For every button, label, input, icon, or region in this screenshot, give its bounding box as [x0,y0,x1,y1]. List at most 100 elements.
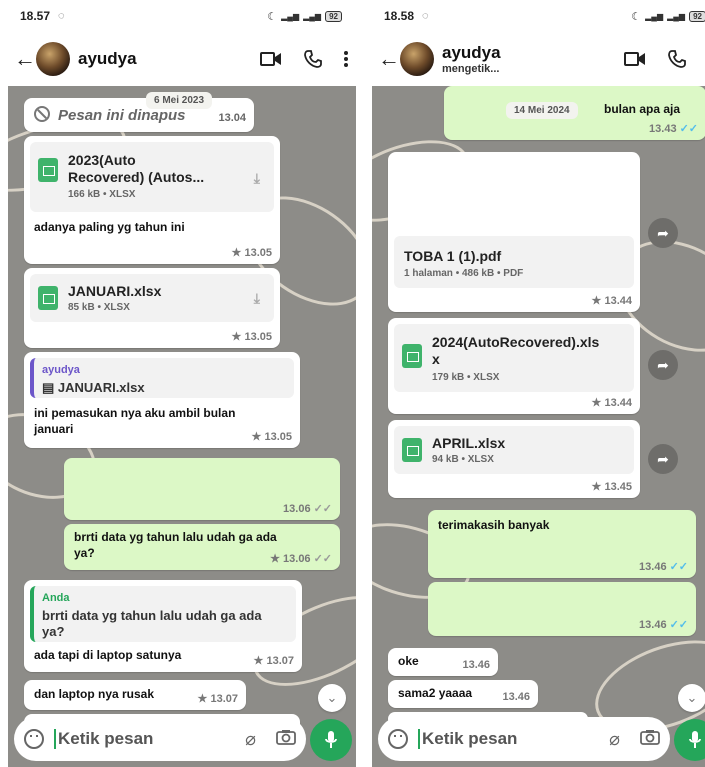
file-card[interactable]: 2023(Auto Recovered) (Autos... 166 kB • … [30,142,274,212]
incoming-message[interactable]: sama2 yaaaa 13.46 [388,680,538,708]
quote-text-line2: ya? [42,624,65,639]
reply-message[interactable]: Anda brrti data yg tahun lalu udah ga ad… [24,580,302,672]
file-card[interactable]: JANUARI.xlsx 85 kB • XLSX ⤓ [30,274,274,322]
date-chip: 6 Mei 2023 [146,92,213,109]
contact-info[interactable]: ayudya mengetik... [442,43,501,75]
phone-icon[interactable] [668,50,686,68]
chat-screen-left: 18.57 ◌ ☾ ▂▄▆ ▂▄▆ 92 ← ayudya Pesan ini … [8,0,356,767]
forward-icon[interactable]: ➦ [648,350,678,380]
message-time: ★ 13.05 [232,330,272,343]
file-message[interactable]: APRIL.xlsx 94 kB • XLSX ★ 13.45 [388,420,640,498]
attach-icon[interactable]: ⌀ [245,729,256,750]
moon-icon: ☾ [631,10,642,23]
chat-screen-right: 18.58 ◌ ☾ ▂▄▆ ▂▄▆ 92 ← ayudya mengetik..… [372,0,705,767]
contact-name: ayudya [78,49,137,68]
message-time: ★ 13.45 [592,480,632,493]
more-vert-icon[interactable] [344,51,348,67]
message-text: terimakasih banyak [438,518,550,532]
signal-icon-2: ▂▄▆ [667,11,686,21]
message-text-line1: ini pemasukan nya aku ambil bulan [34,406,236,420]
back-arrow-icon[interactable]: ← [378,46,400,72]
forward-icon[interactable]: ➦ [648,444,678,474]
file-info: 179 kB • XLSX [432,372,500,383]
status-time: 18.57 [20,9,51,23]
battery-icon: 92 [325,10,342,22]
moon-icon: ☾ [267,10,278,23]
message-text: sama2 yaaaa [398,686,473,700]
chat-area[interactable]: Pesan ini dinapus 13.04 6 Mei 2023 2023(… [8,86,356,767]
file-message[interactable]: 2024(AutoRecovered).xls x 179 kB • XLSX … [388,318,640,414]
time-text: ★ 13.44 [591,397,632,409]
incoming-message[interactable]: dan laptop nya rusak ★ 13.07 [24,680,246,710]
file-name: APRIL.xlsx [432,435,506,451]
camera-icon[interactable] [276,729,296,750]
quote-author: Anda [42,592,70,604]
file-message[interactable]: 2023(Auto Recovered) (Autos... 166 kB • … [24,136,280,264]
date-chip: 14 Mei 2024 [506,102,578,119]
file-info: 166 kB • XLSX [68,189,136,200]
read-tick-icon: ✓✓ [313,503,332,515]
chat-area[interactable]: bulan apa aja 13.43 ✓✓ 14 Mei 2024 TOBA 1… [372,86,705,767]
sheet-file-icon [38,158,58,182]
message-input-bar: Ketik pesan ⌀ [14,717,306,761]
outgoing-message[interactable]: brrti data yg tahun lalu udah ga ada ya?… [64,524,340,570]
video-call-icon[interactable] [260,51,282,67]
scroll-down-icon[interactable]: ⌄ [318,684,346,712]
message-time: 13.04 [218,112,246,124]
emoji-icon[interactable] [388,729,408,749]
back-arrow-icon[interactable]: ← [14,46,36,72]
time-text: ★ 13.06 [270,553,311,565]
time-text: ★ 13.05 [231,331,272,343]
outgoing-media-message[interactable]: 13.46 ✓✓ [428,582,696,636]
file-message[interactable]: JANUARI.xlsx 85 kB • XLSX ⤓ ★ 13.05 [24,268,280,348]
signal-icon: ▂▄▆ [281,11,300,21]
incoming-message[interactable]: oke 13.46 [388,648,498,676]
mic-button[interactable] [674,719,705,761]
forward-icon[interactable]: ➦ [648,218,678,248]
quoted-message[interactable]: ayudya ▤ JANUARI.xlsx [30,358,294,398]
attach-icon[interactable]: ⌀ [609,729,620,750]
avatar[interactable] [400,42,434,76]
message-time: 13.43 ✓✓ [649,122,698,136]
time-text: 13.46 [639,618,667,631]
read-tick-icon: ✓✓ [313,553,332,565]
phone-icon[interactable] [304,50,322,68]
outgoing-media-message[interactable]: 13.06 ✓✓ [64,458,340,520]
message-input[interactable]: Ketik pesan [54,729,153,749]
file-card[interactable]: 2024(AutoRecovered).xls x 179 kB • XLSX [394,324,634,392]
reply-message[interactable]: ayudya ▤ JANUARI.xlsx ini pemasukan nya … [24,352,300,448]
quoted-message[interactable]: Anda brrti data yg tahun lalu udah ga ad… [30,586,296,642]
avatar[interactable] [36,42,70,76]
video-call-icon[interactable] [624,51,646,67]
file-info: 94 kB • XLSX [432,454,494,465]
download-icon[interactable]: ⤓ [254,170,260,187]
message-text: dan laptop nya rusak [34,687,155,701]
contact-info[interactable]: ayudya [78,49,137,69]
scroll-down-icon[interactable]: ⌄ [678,684,705,712]
outgoing-message[interactable]: terimakasih banyak 13.46 ✓✓ [428,510,696,578]
message-time: 13.06 ✓✓ [283,502,332,516]
pdf-message[interactable]: TOBA 1 (1).pdf 1 halaman • 486 kB • PDF … [388,152,640,312]
system-indicators: ☾ ▂▄▆ ▂▄▆ 92 [631,10,705,23]
read-tick-icon: ✓✓ [679,123,698,135]
message-input-bar: Ketik pesan ⌀ [378,717,670,761]
emoji-icon[interactable] [24,729,44,749]
signal-icon: ▂▄▆ [645,11,664,21]
file-card[interactable]: APRIL.xlsx 94 kB • XLSX [394,426,634,474]
time-text: 13.46 [502,691,530,703]
camera-icon[interactable] [640,729,660,750]
message-text-line2: januari [34,422,74,436]
quote-file-name: JANUARI.xlsx [57,380,145,395]
deleted-message[interactable]: Pesan ini dinapus 13.04 [24,98,254,132]
mic-button[interactable] [310,719,352,761]
message-time: 13.46 ✓✓ [639,560,688,574]
status-bar: 18.57 ◌ ☾ ▂▄▆ ▂▄▆ 92 [8,0,356,32]
message-time: 13.46 [502,691,530,703]
message-time: ★ 13.07 [254,654,294,667]
sheet-file-icon [402,438,422,462]
download-icon[interactable]: ⤓ [254,290,260,307]
whatsapp-status-icon: ◌ [58,10,65,22]
message-input[interactable]: Ketik pesan [418,729,517,749]
time-text: ★ 13.05 [231,247,272,259]
file-card[interactable]: TOBA 1 (1).pdf 1 halaman • 486 kB • PDF [394,236,634,288]
